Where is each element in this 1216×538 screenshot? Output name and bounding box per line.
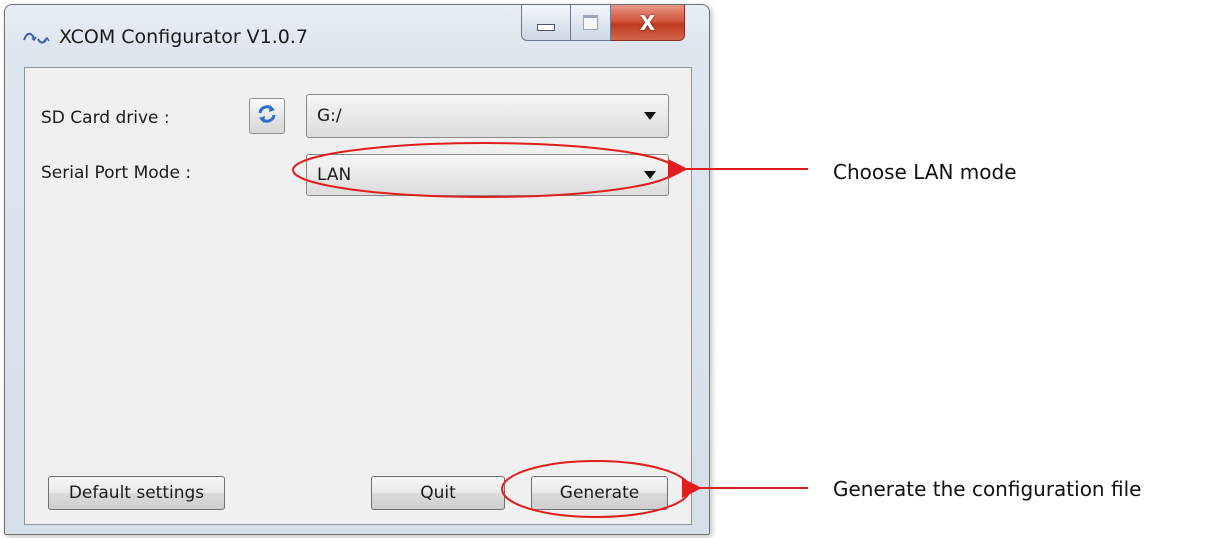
quit-button[interactable]: Quit [371, 476, 505, 510]
chevron-down-icon [644, 112, 656, 120]
maximize-icon [583, 15, 598, 30]
sd-card-drive-value: G:/ [317, 106, 342, 126]
serial-port-mode-label: Serial Port Mode : [41, 163, 192, 183]
default-settings-button[interactable]: Default settings [48, 476, 225, 510]
minimize-button[interactable] [521, 5, 571, 41]
client-area: SD Card drive : G:/ Serial Port Mode : L… [24, 67, 692, 525]
generate-button[interactable]: Generate [531, 476, 668, 510]
lan-mode-annotation: Choose LAN mode [833, 160, 1017, 184]
title-bar[interactable]: XCOM Configurator V1.0.7 X [5, 5, 709, 61]
window-title: XCOM Configurator V1.0.7 [59, 26, 309, 48]
close-button[interactable]: X [611, 5, 685, 41]
maximize-button[interactable] [571, 5, 611, 41]
generate-annotation: Generate the configuration file [833, 477, 1142, 501]
chevron-down-icon [644, 171, 656, 179]
app-window: XCOM Configurator V1.0.7 X SD Card drive… [4, 4, 710, 535]
close-icon: X [639, 10, 656, 35]
serial-port-mode-value: LAN [317, 165, 352, 185]
caption-buttons: X [521, 5, 685, 41]
xcom-app-icon [23, 27, 51, 49]
refresh-drives-button[interactable] [249, 98, 285, 134]
serial-port-mode-select[interactable]: LAN [306, 154, 669, 196]
refresh-icon [256, 103, 278, 129]
sd-card-drive-label: SD Card drive : [41, 108, 170, 128]
sd-card-drive-select[interactable]: G:/ [306, 94, 669, 138]
minimize-icon [537, 24, 555, 31]
